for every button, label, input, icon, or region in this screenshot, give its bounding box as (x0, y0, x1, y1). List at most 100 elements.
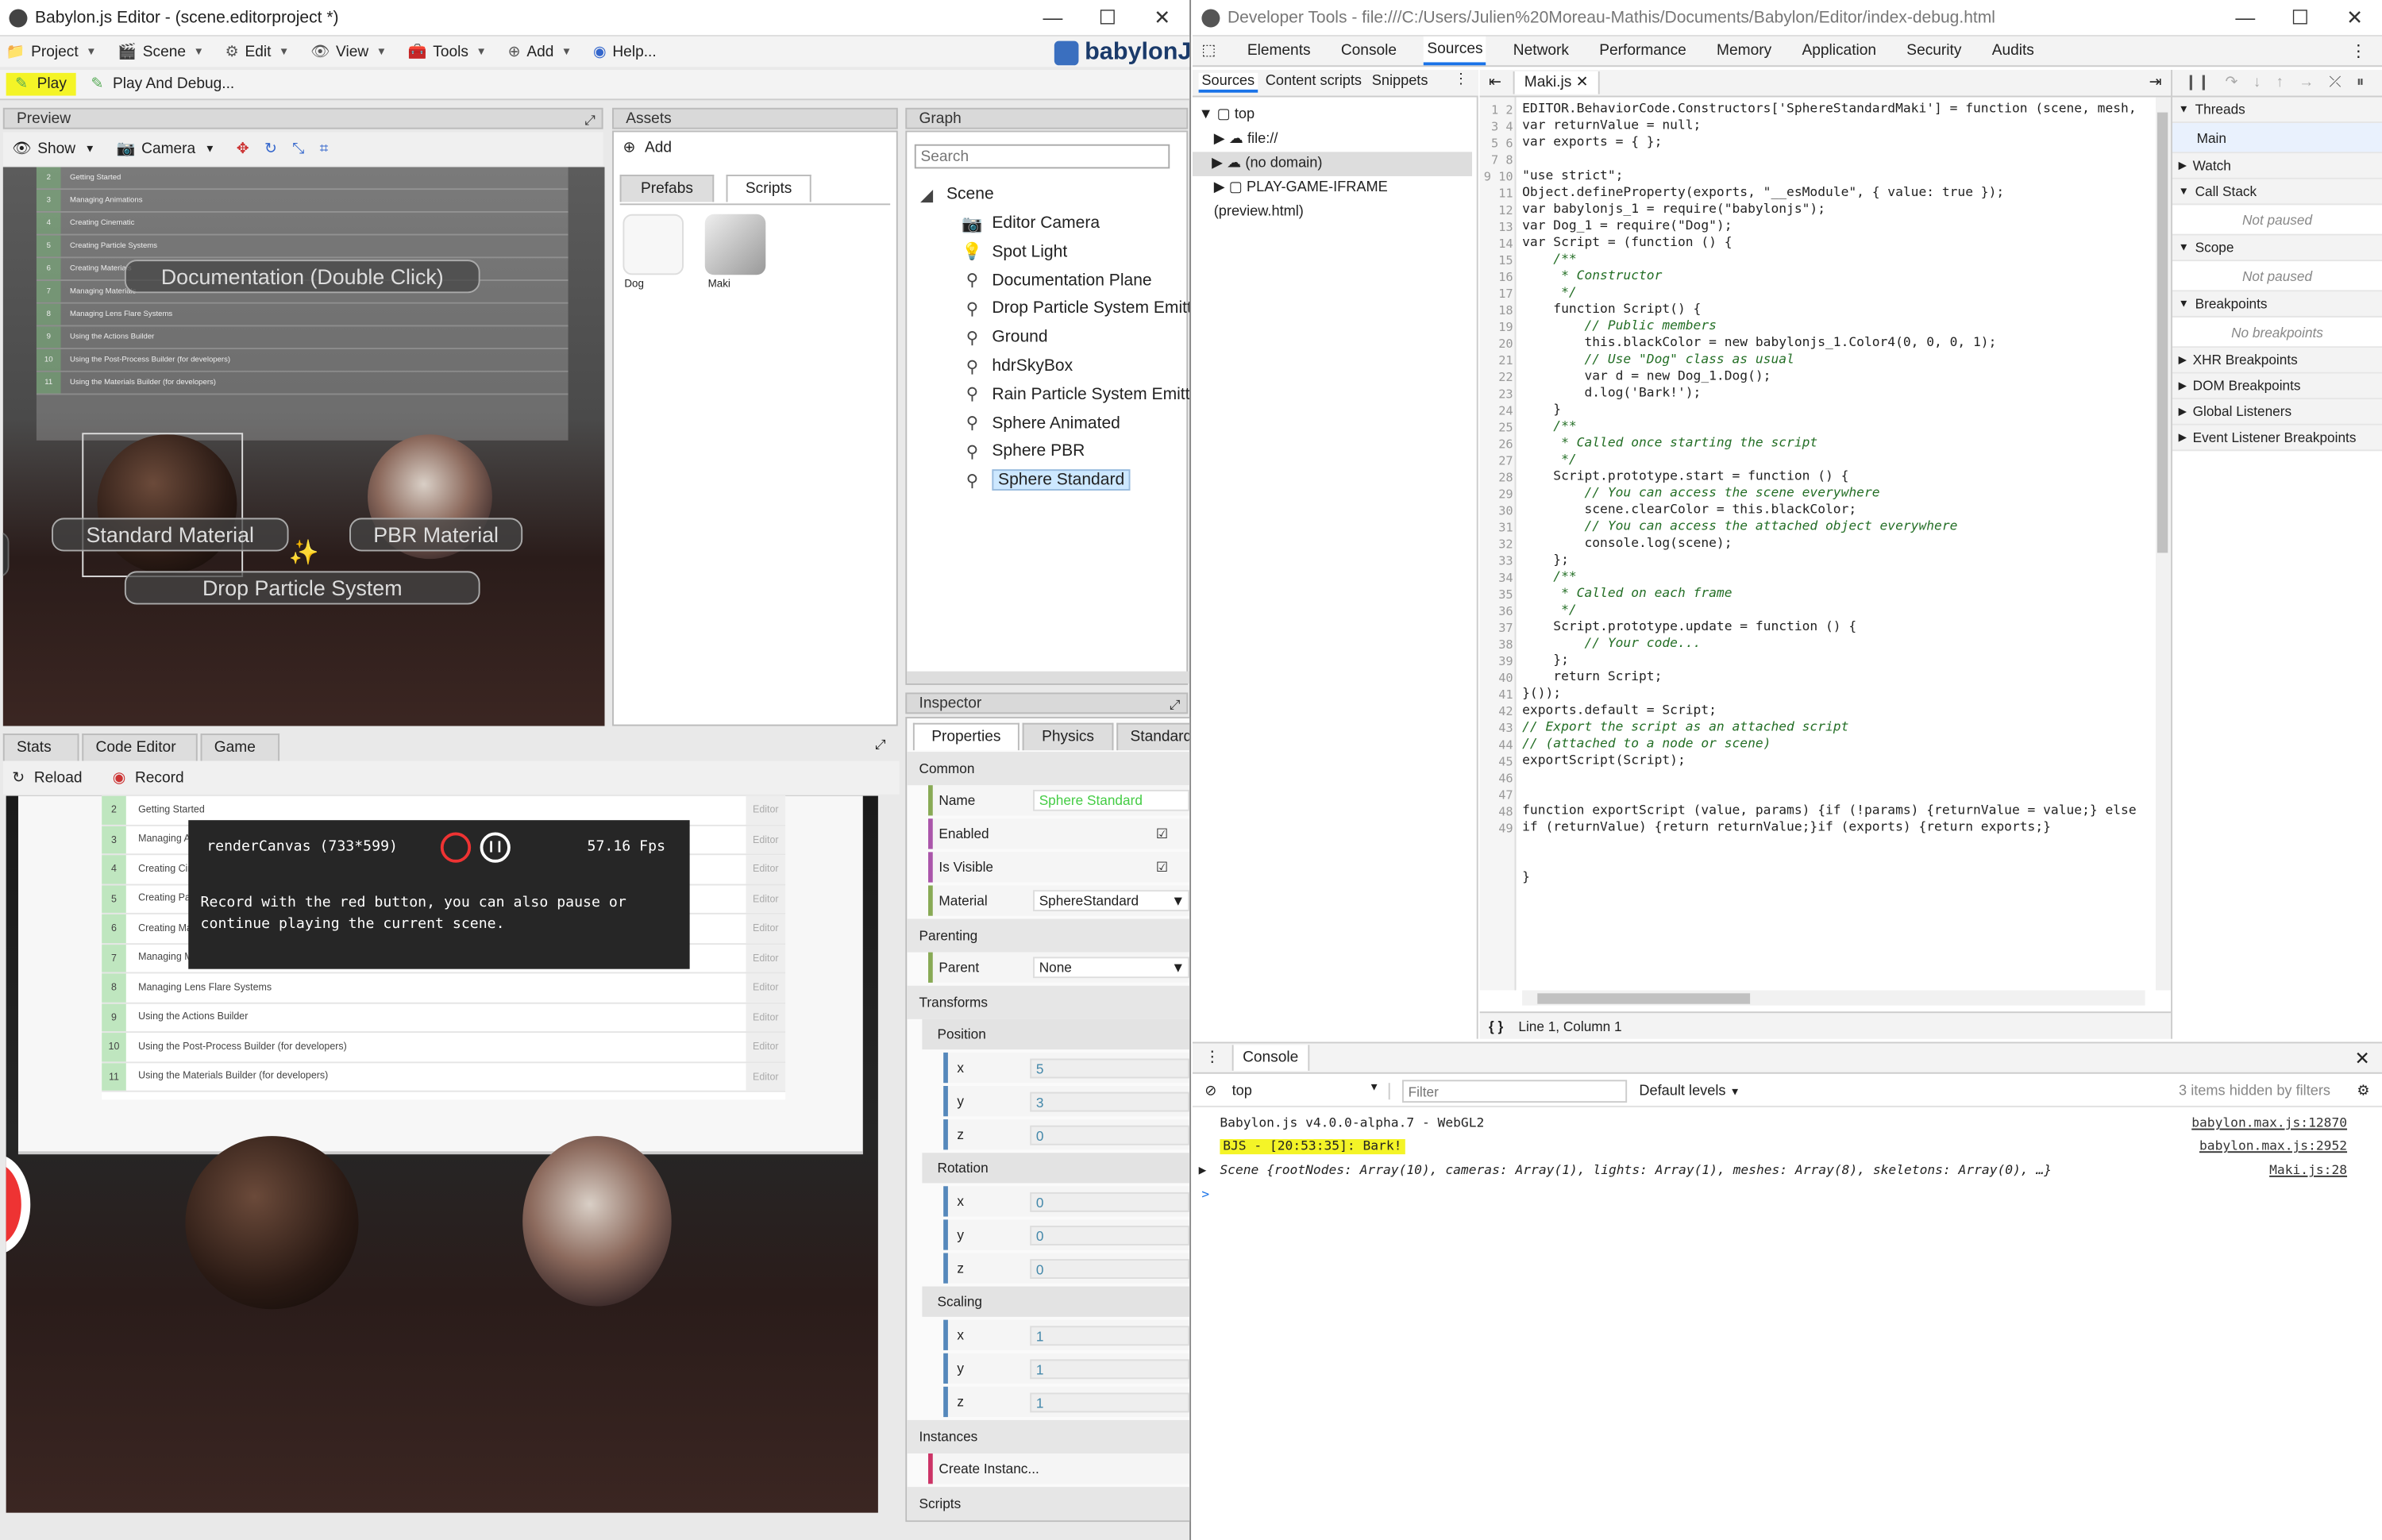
devtools-tab[interactable]: Performance (1596, 38, 1689, 64)
play-button[interactable]: ✎ Play (6, 72, 76, 96)
sidebar-section-header[interactable]: ▶ Global Listeners (2172, 399, 2382, 425)
graph-scrollbar[interactable] (907, 671, 1190, 683)
bounding-gizmo-icon[interactable]: ⌗ (320, 141, 329, 157)
tab-code-editor[interactable]: Code Editor ✕ (82, 733, 198, 778)
drawer-menu-icon[interactable]: ⋮ (1204, 1049, 1220, 1066)
reload-button[interactable]: Reload (34, 769, 83, 786)
close-icon[interactable]: ✕ (1576, 75, 1589, 91)
tree-top[interactable]: ▼ ▢ top (1199, 103, 1477, 128)
section-instances[interactable]: Instances (907, 1419, 1190, 1454)
file-tab-maki[interactable]: Maki.js ✕ (1513, 71, 1600, 94)
tree-play-iframe[interactable]: ▶ ▢ PLAY-GAME-IFRAME (preview.html) (1199, 176, 1477, 225)
rotation-y-field[interactable]: 0 (1030, 1225, 1190, 1245)
tab-properties[interactable]: Properties (912, 722, 1019, 751)
console-settings-icon[interactable]: ⚙ (2357, 1083, 2369, 1099)
record-button[interactable]: Record (135, 769, 184, 786)
assets-add-button[interactable]: ⊕ Add (622, 140, 672, 156)
sidebar-section-header[interactable]: ▶ Event Listener Breakpoints (2172, 425, 2382, 452)
graph-node[interactable]: ⚲ Sphere PBR (962, 440, 1085, 464)
more-menu-icon[interactable]: ⋮ (2350, 41, 2367, 61)
clear-console-icon[interactable]: ⊘ (1204, 1083, 1216, 1099)
graph-node[interactable]: ⚲ Ground (962, 325, 1048, 350)
close-drawer-icon[interactable]: ✕ (2354, 1047, 2369, 1068)
menu-add[interactable]: ⊕ Add ▼ (508, 44, 572, 60)
inspect-icon[interactable]: ⬚ (1201, 43, 1231, 60)
menu-view[interactable]: 👁 View ▼ (310, 44, 387, 60)
section-common[interactable]: Common (907, 752, 1190, 786)
step-out-icon[interactable]: ↑ (2276, 75, 2284, 91)
scaling-y-field[interactable]: 1 (1030, 1358, 1190, 1379)
minimize-button[interactable]: — (1025, 0, 1080, 37)
graph-node[interactable]: ⚲ Sphere Animated (962, 411, 1120, 436)
tree-file[interactable]: ▶ ☁ file:// (1199, 128, 1477, 152)
parent-select[interactable]: None ▼ (1033, 957, 1190, 979)
maximize-button[interactable]: ☐ (1080, 0, 1135, 37)
devtools-tab[interactable]: Elements (1244, 38, 1313, 64)
section-transforms[interactable]: Transforms (907, 985, 1190, 1019)
section-scripts[interactable]: Scripts (907, 1487, 1190, 1521)
nav-tab-content-scripts[interactable]: Content scripts (1266, 73, 1362, 90)
tab-scripts[interactable]: Scripts (726, 175, 811, 202)
tab-standard[interactable]: Standard (1116, 722, 1190, 751)
subsection-scaling[interactable]: Scaling (922, 1286, 1190, 1317)
source-link[interactable]: Maki.js:28 (2269, 1161, 2347, 1182)
position-z-field[interactable]: 0 (1030, 1124, 1190, 1145)
nav-tab-sources[interactable]: Sources (1198, 72, 1258, 93)
maximize-button[interactable]: ☐ (2272, 0, 2327, 37)
devtools-tab[interactable]: Sources (1424, 36, 1486, 66)
step-icon[interactable]: → (2299, 75, 2314, 91)
menu-help[interactable]: ◉ Help... (593, 44, 657, 60)
pretty-print-button[interactable]: { } (1489, 1018, 1503, 1034)
visible-checkbox[interactable]: ☑ (1156, 859, 1168, 876)
section-parenting[interactable]: Parenting (907, 918, 1190, 953)
tree-no-domain[interactable]: ▶ ☁ (no domain) (1192, 152, 1472, 176)
rotate-gizmo-icon[interactable]: ↻ (264, 141, 277, 157)
scaling-x-field[interactable]: 1 (1030, 1325, 1190, 1346)
graph-search-input[interactable] (914, 144, 1170, 169)
dog-script-icon[interactable] (622, 214, 684, 275)
show-dropdown[interactable]: Show (37, 141, 75, 157)
scale-gizmo-icon[interactable]: ⤡ (292, 141, 304, 157)
step-into-icon[interactable]: ↓ (2253, 75, 2261, 91)
tab-stats[interactable]: Stats (2, 733, 79, 761)
sidebar-section-header[interactable]: ▼ Scope (2172, 235, 2382, 262)
expand-arrow-icon[interactable]: ▶ (1199, 1161, 1207, 1182)
move-gizmo-icon[interactable]: ✥ (237, 141, 249, 157)
deactivate-breakpoints-icon[interactable]: ⤫ (2329, 75, 2341, 91)
sidebar-section-header[interactable]: ▼ Threads (2172, 97, 2382, 123)
log-levels-select[interactable]: Default levels ▼ (1639, 1083, 1740, 1099)
sidebar-section-header[interactable]: ▼ Call Stack (2172, 179, 2382, 206)
menu-project[interactable]: 📁 Project ▼ (6, 44, 97, 60)
console-filter-input[interactable] (1401, 1080, 1628, 1103)
graph-node[interactable]: ⚲ Documentation Plane (962, 268, 1152, 293)
position-x-field[interactable]: 5 (1030, 1057, 1190, 1078)
graph-node-scene[interactable]: ◢ Scene (916, 183, 994, 207)
expand-icon[interactable]: ⤢ (584, 110, 596, 131)
menu-scene[interactable]: 🎬 Scene ▼ (118, 44, 204, 60)
name-field[interactable]: Sphere Standard (1033, 789, 1190, 811)
rotation-z-field[interactable]: 0 (1030, 1258, 1190, 1279)
devtools-tab[interactable]: Security (1903, 38, 1964, 64)
code-area[interactable]: EDITOR.BehaviorCode.Constructors['Sphere… (1522, 102, 2153, 975)
sidebar-section-header[interactable]: ▼ Breakpoints (2172, 291, 2382, 318)
horizontal-scrollbar[interactable] (1522, 990, 2145, 1006)
nav-tab-snippets[interactable]: Snippets (1372, 73, 1428, 90)
subsection-rotation[interactable]: Rotation (922, 1153, 1190, 1184)
devtools-tab[interactable]: Application (1799, 38, 1879, 64)
minimize-button[interactable]: — (2218, 0, 2272, 37)
close-button[interactable]: ✕ (2327, 0, 2382, 37)
devtools-tab[interactable]: Console (1338, 38, 1400, 64)
pause-icon[interactable]: ❙❙ (2184, 75, 2210, 91)
close-button[interactable]: ✕ (1135, 0, 1189, 37)
rotation-x-field[interactable]: 0 (1030, 1191, 1190, 1211)
toggle-debugger-icon[interactable]: ⇥ (2149, 75, 2162, 91)
graph-node[interactable]: 💡 Spot Light (962, 240, 1067, 264)
devtools-tab[interactable]: Network (1510, 38, 1572, 64)
collapse-icon[interactable]: ◢ (916, 184, 938, 204)
preview-canvas[interactable]: 2 Getting Started 3 Managing Animations 4 Cre… (2, 167, 605, 726)
source-link[interactable]: babylon.max.js:2952 (2199, 1136, 2347, 1157)
record-circle-button[interactable] (440, 832, 472, 863)
menu-edit[interactable]: ⚙ Edit ▼ (225, 44, 290, 60)
tab-game[interactable]: Game ✕ (200, 733, 280, 778)
create-instance-button[interactable]: Create Instanc... (928, 1453, 1190, 1484)
